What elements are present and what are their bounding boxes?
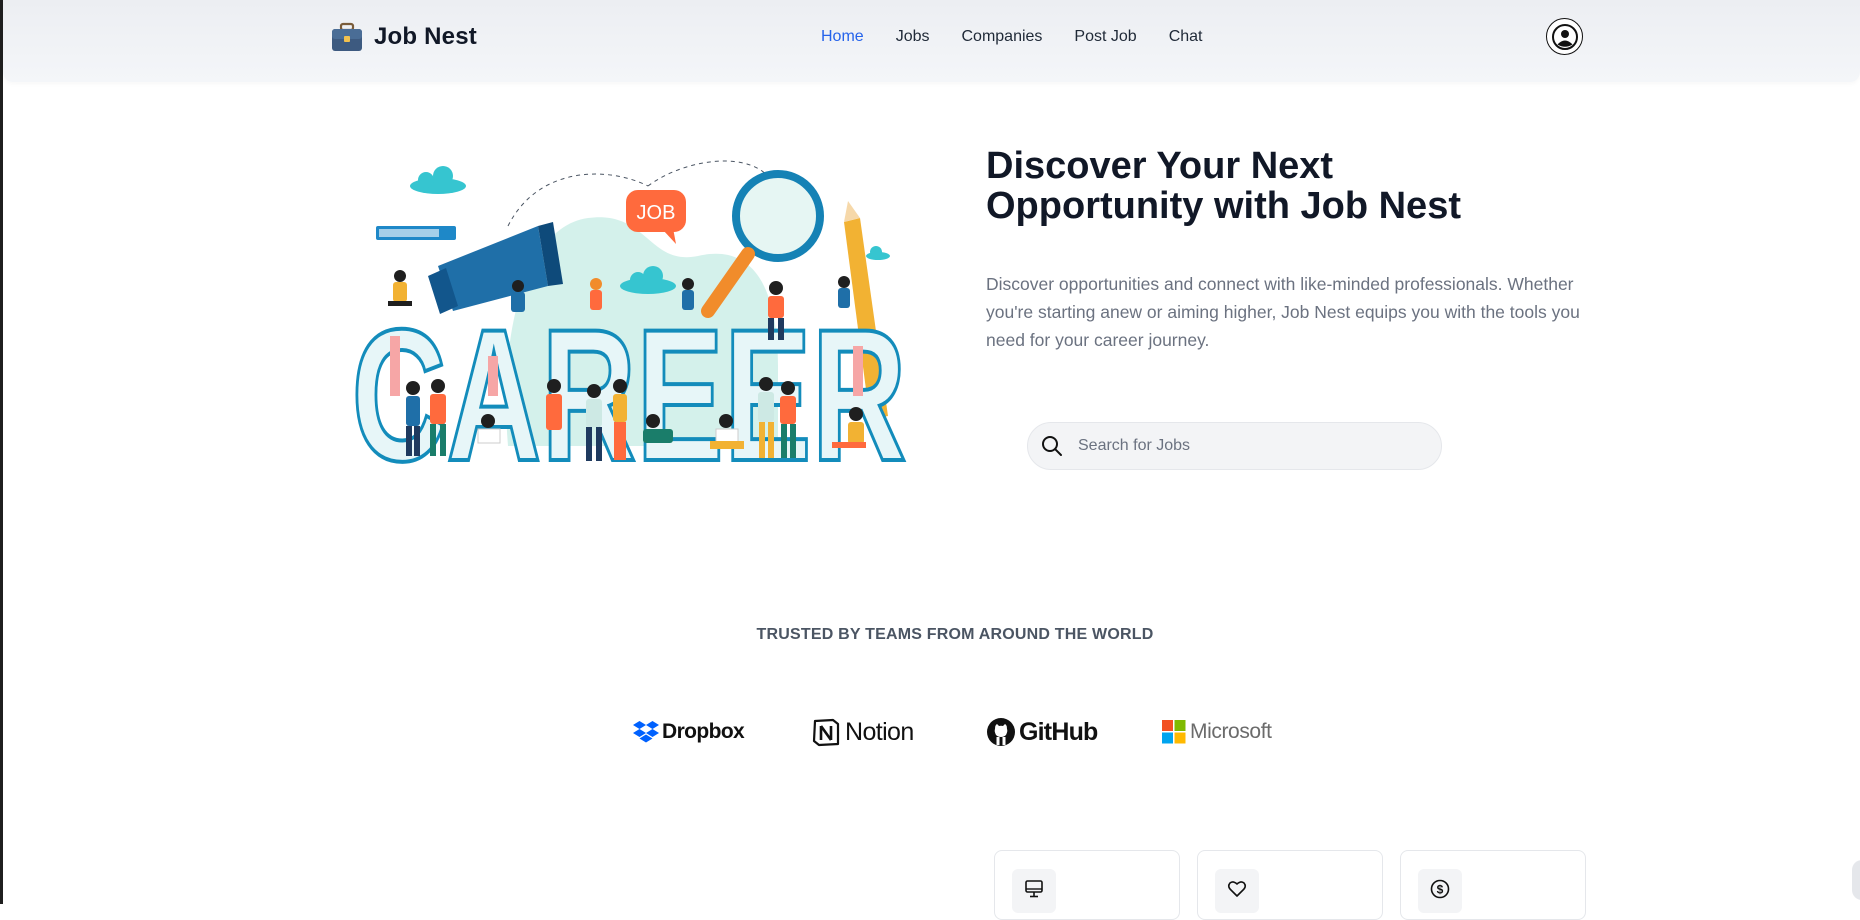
- career-illustration: JOB CAREER: [350, 160, 909, 482]
- heart-icon: [1215, 869, 1259, 913]
- notion-logo: Notion: [811, 715, 914, 749]
- brand-link[interactable]: Job Nest: [330, 20, 477, 54]
- feature-card: $: [1400, 850, 1586, 920]
- search-icon[interactable]: [1040, 434, 1064, 458]
- nav-chat[interactable]: Chat: [1169, 26, 1203, 48]
- trusted-heading: TRUSTED BY TEAMS FROM AROUND THE WORLD: [756, 626, 1154, 643]
- notion-icon: [812, 718, 840, 747]
- brand-name: Job Nest: [374, 23, 477, 50]
- microsoft-icon: [1162, 720, 1186, 744]
- navbar: Job Nest Home Jobs Companies Post Job Ch…: [3, 0, 1860, 82]
- nav-jobs[interactable]: Jobs: [896, 26, 930, 48]
- scroll-indicator[interactable]: [1852, 860, 1860, 900]
- feature-card: [1197, 850, 1383, 920]
- nav-home[interactable]: Home: [821, 26, 864, 48]
- feature-card: [994, 850, 1180, 920]
- microsoft-name: Microsoft: [1190, 720, 1272, 743]
- user-circle-icon: [1551, 23, 1578, 50]
- nav-companies[interactable]: Companies: [961, 26, 1042, 48]
- hero-description: Discover opportunities and connect with …: [986, 274, 1580, 350]
- briefcase-icon: [332, 22, 362, 51]
- github-name: GitHub: [1019, 717, 1098, 746]
- job-search-box[interactable]: [1027, 422, 1442, 470]
- svg-text:JOB: JOB: [637, 202, 676, 224]
- cloud-icon: [410, 166, 466, 194]
- github-icon: [987, 718, 1015, 746]
- dropbox-icon: [633, 721, 659, 743]
- dropbox-logo: Dropbox: [633, 715, 745, 749]
- microsoft-logo: Microsoft: [1162, 715, 1272, 749]
- github-logo: GitHub: [986, 715, 1098, 749]
- window-edge: [0, 0, 3, 904]
- profile-button[interactable]: [1546, 18, 1583, 55]
- dollar-circle-icon: $: [1418, 869, 1462, 913]
- monitor-icon: [1012, 869, 1056, 913]
- nav-post-job[interactable]: Post Job: [1074, 26, 1136, 48]
- hero-title: Discover Your Next Opportunity with Job …: [986, 145, 1461, 227]
- dropbox-name: Dropbox: [662, 720, 745, 743]
- notion-name: Notion: [845, 717, 914, 746]
- search-input[interactable]: [1076, 422, 1420, 470]
- svg-text:$: $: [1437, 883, 1444, 897]
- main-nav: Home Jobs Companies Post Job Chat: [821, 26, 1234, 48]
